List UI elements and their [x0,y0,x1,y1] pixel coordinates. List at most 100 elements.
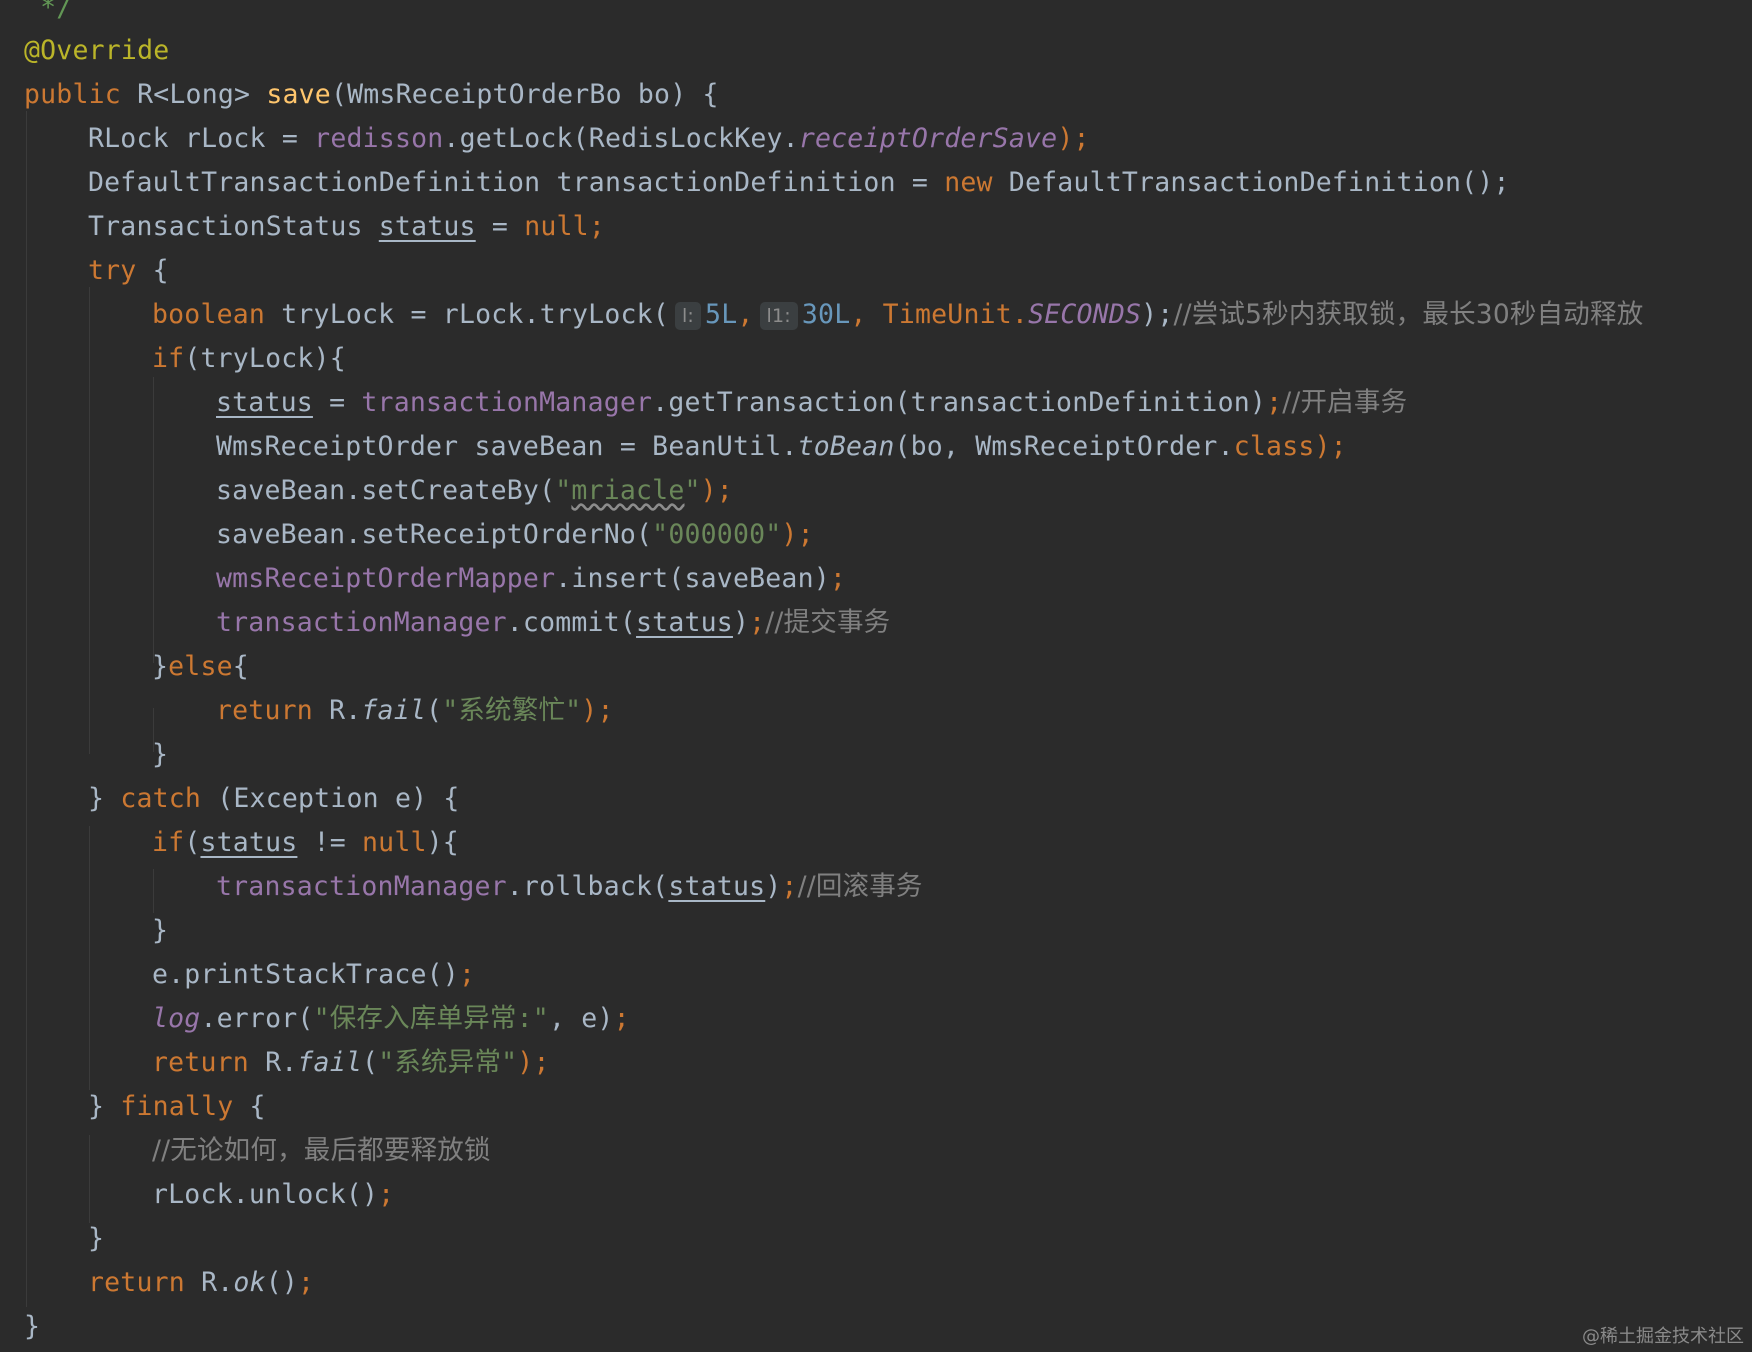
code-line[interactable]: rLock.unlock(); [152,1173,394,1217]
code-text: DefaultTransactionDefinition transaction… [88,167,945,198]
indent-guide [89,1135,90,1223]
punctuation: ; [588,211,605,242]
code-text: } [88,1091,121,1122]
punctuation: ; [378,1179,395,1210]
code-line[interactable]: //无论如何，最后都要释放锁 [152,1129,491,1173]
keyword: public [24,79,121,110]
punctuation: ); [1314,431,1347,462]
code-editor[interactable]: */ @Override public R<Long> save(WmsRece… [0,0,1752,1352]
code-text: ) [765,871,782,902]
code-line[interactable]: transactionManager.commit(status);//提交事务 [216,601,890,645]
punctuation: ); [581,695,614,726]
code-text: rLock.unlock() [152,1179,379,1210]
code-text: ){ [426,827,459,858]
code-line[interactable]: return R.fail("系统繁忙"); [216,689,614,733]
comment: //提交事务 [765,607,891,638]
code-text: (WmsReceiptOrderBo bo) { [330,79,719,110]
keyword: boolean [152,299,266,330]
code-line[interactable]: status = transactionManager.getTransacti… [216,381,1407,425]
code-line[interactable]: WmsReceiptOrder saveBean = BeanUtil.toBe… [216,425,1347,469]
punctuation: ; [781,871,798,902]
field: transactionManager [216,607,507,638]
javadoc-close: */ [24,0,73,23]
code-text: e.printStackTrace() [152,959,459,990]
code-text: WmsReceiptOrder saveBean = BeanUtil. [216,431,798,462]
keyword: return [88,1267,185,1298]
indent-guide [89,826,90,1090]
code-line[interactable]: if(tryLock){ [152,337,346,381]
code-text: R. [184,1267,234,1298]
keyword: new [944,167,993,198]
code-line[interactable]: return R.ok(); [88,1261,314,1305]
static-field: log [152,1003,201,1034]
code-line[interactable]: saveBean.setCreateBy("mriacle"); [216,469,733,513]
code-line[interactable]: } finally { [88,1085,266,1129]
code-line[interactable]: try { [88,249,169,293]
code-text: TransactionStatus [88,211,379,242]
code-text: } [88,1223,105,1254]
code-text: { [136,255,169,286]
static-method: fail [361,695,427,726]
string-literal: "系统异常" [378,1047,518,1078]
static-method: fail [297,1047,363,1078]
code-text: .insert(saveBean) [555,563,830,594]
string-literal: " [684,475,701,506]
code-line[interactable]: e.printStackTrace(); [152,953,475,997]
code-text: ); [1141,299,1174,330]
code-text: } [24,1311,41,1342]
code-line[interactable]: RLock rLock = redisson.getLock(RedisLock… [88,117,1090,161]
code-line[interactable]: public R<Long> save(WmsReceiptOrderBo bo… [24,73,719,117]
code-text: (tryLock){ [184,343,346,374]
code-line[interactable]: }else{ [152,645,249,689]
code-line[interactable]: if(status != null){ [152,821,459,865]
code-line[interactable]: TransactionStatus status = null; [88,205,605,249]
code-line[interactable]: } [152,733,168,777]
code-line[interactable]: @Override [24,29,169,73]
string-literal: "保存入库单异常:" [313,1003,549,1034]
code-text: ( [362,1047,379,1078]
code-text: } [152,915,169,946]
parameter-hint: l: [674,301,702,330]
code-text: (bo, WmsReceiptOrder. [894,431,1234,462]
keyword: null [362,827,427,858]
punctuation: ; [1266,387,1283,418]
code-line[interactable]: } catch (Exception e) { [88,777,460,821]
keyword: else [168,651,233,682]
code-line[interactable]: transactionManager.rollback(status);//回滚… [216,865,923,909]
keyword: try [88,255,137,286]
variable: status [200,827,298,858]
code-text: () [265,1267,299,1298]
code-line[interactable]: DefaultTransactionDefinition transaction… [88,161,1510,205]
code-text: R. [248,1047,298,1078]
comment: //尝试5秒内获取锁，最长30秒自动释放 [1173,299,1644,330]
code-line[interactable]: boolean tryLock = rLock.tryLock(l: 5L, l1:… [152,293,1643,337]
keyword: if [152,827,185,858]
code-line[interactable]: */ [24,0,72,30]
code-text: } [152,651,169,682]
indent-guide [153,869,154,913]
code-line[interactable]: log.error("保存入库单异常:", e); [152,997,630,1041]
indent-guide [89,287,90,754]
code-line[interactable]: } [152,909,168,953]
code-line[interactable]: saveBean.setReceiptOrderNo("000000"); [216,513,814,557]
code-text: (Exception e) { [201,783,460,814]
code-line[interactable]: } [88,1217,104,1261]
field: wmsReceiptOrderMapper [216,563,556,594]
punctuation: ; [749,607,766,638]
keyword: if [152,343,185,374]
punctuation: ; [829,563,847,594]
code-line[interactable]: return R.fail("系统异常"); [152,1041,550,1085]
indent-guide [153,377,154,663]
punctuation: ); [517,1047,550,1078]
punctuation: ); [781,519,814,550]
code-line[interactable]: } [24,1305,40,1349]
field: redisson [314,123,444,154]
code-text: != [297,827,363,858]
code-text: .getTransaction(transactionDefinition) [652,387,1267,418]
code-text: , e) [548,1003,614,1034]
typo-string: mriacle [571,475,685,506]
comment: //无论如何，最后都要释放锁 [152,1135,491,1166]
code-line[interactable]: wmsReceiptOrderMapper.insert(saveBean); [216,557,846,601]
watermark: @稀土掘金技术社区 [1582,1326,1744,1347]
comment: //回滚事务 [797,871,923,902]
